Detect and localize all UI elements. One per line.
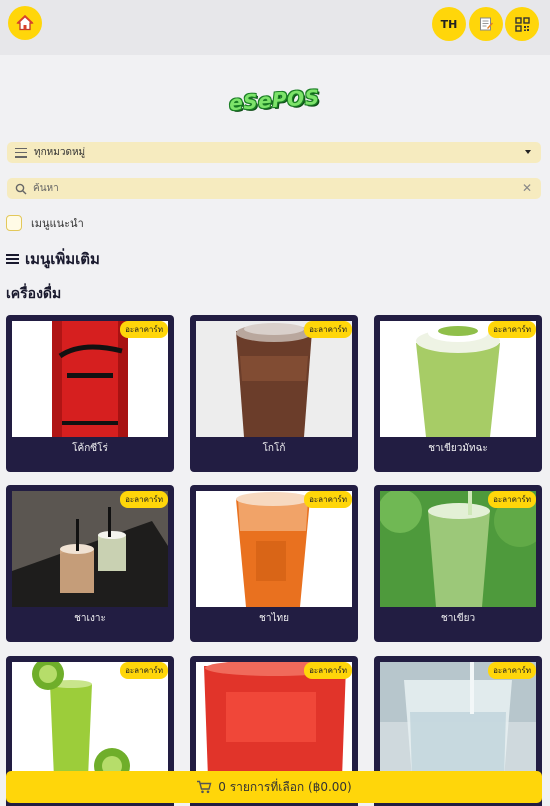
product-name: โกโก้ xyxy=(262,443,286,454)
product-card[interactable]: อะลาคาร์ท โค้กซีโร่ xyxy=(6,315,174,472)
product-name: ชาเขียว xyxy=(440,613,476,624)
qr-button[interactable] xyxy=(505,7,539,41)
top-bar: TH xyxy=(0,0,550,55)
product-image xyxy=(12,321,168,437)
product-image xyxy=(12,662,168,778)
search-input[interactable] xyxy=(33,183,503,194)
item-badge: อะลาคาร์ท xyxy=(488,321,536,338)
product-card[interactable]: อะลาคาร์ท ชาเงาะ xyxy=(6,485,174,642)
category-select[interactable]: ทุกหมวดหมู่ xyxy=(7,142,541,163)
cart-button[interactable]: 0 รายการที่เลือก (฿0.00) xyxy=(6,771,542,803)
language-button[interactable]: TH xyxy=(432,7,466,41)
list-icon xyxy=(15,147,27,158)
product-image xyxy=(380,662,536,778)
category-select-value: ทุกหมวดหมู่ xyxy=(34,147,86,158)
chevron-down-icon xyxy=(525,150,531,154)
item-badge: อะลาคาร์ท xyxy=(488,662,536,679)
search-icon xyxy=(15,183,27,194)
order-note-button[interactable] xyxy=(469,7,503,41)
item-badge: อะลาคาร์ท xyxy=(304,491,352,508)
product-card[interactable]: อะลาคาร์ท ชาไทย xyxy=(190,485,358,642)
item-badge: อะลาคาร์ท xyxy=(304,662,352,679)
product-card[interactable]: อะลาคาร์ท ชาเขียวมัทฉะ xyxy=(374,315,542,472)
product-name: ชาเขียวมัทฉะ xyxy=(428,443,488,454)
recommend-label: เมนูแนะนำ xyxy=(31,217,84,230)
menu-icon xyxy=(6,254,19,264)
home-icon xyxy=(16,14,34,31)
cart-label: 0 รายการที่เลือก (฿0.00) xyxy=(218,779,352,794)
item-badge: อะลาคาร์ท xyxy=(120,491,168,508)
product-image xyxy=(12,491,168,607)
product-card[interactable]: อะลาคาร์ท โกโก้ xyxy=(190,315,358,472)
cart-icon xyxy=(197,780,212,794)
qr-icon xyxy=(514,16,530,32)
language-label: TH xyxy=(440,17,458,31)
item-badge: อะลาคาร์ท xyxy=(120,321,168,338)
recommend-checkbox[interactable] xyxy=(6,215,22,231)
note-icon xyxy=(480,17,493,31)
product-name: ชาไทย xyxy=(259,613,289,624)
product-name: ชาเงาะ xyxy=(74,613,106,624)
recommend-filter[interactable]: เมนูแนะนำ xyxy=(6,214,84,232)
category-title: เครื่องดื่ม xyxy=(6,286,62,302)
section-title: เมนูเพิ่มเติม xyxy=(25,250,100,268)
product-card[interactable]: อะลาคาร์ท ชาเขียว xyxy=(374,485,542,642)
product-image xyxy=(196,662,352,778)
item-badge: อะลาคาร์ท xyxy=(488,491,536,508)
search-bar: ✕ xyxy=(7,178,541,199)
more-menu-heading: เมนูเพิ่มเติม xyxy=(6,247,100,271)
product-image xyxy=(380,321,536,437)
logo-text: eSePOS xyxy=(227,84,321,116)
product-name: โค้กซีโร่ xyxy=(72,443,108,454)
product-image xyxy=(380,491,536,607)
shop-logo: eSePOS xyxy=(226,81,322,119)
product-image xyxy=(196,321,352,437)
home-button[interactable] xyxy=(8,6,42,40)
clear-search-icon[interactable]: ✕ xyxy=(522,181,532,195)
product-image xyxy=(196,491,352,607)
item-badge: อะลาคาร์ท xyxy=(304,321,352,338)
item-badge: อะลาคาร์ท xyxy=(120,662,168,679)
